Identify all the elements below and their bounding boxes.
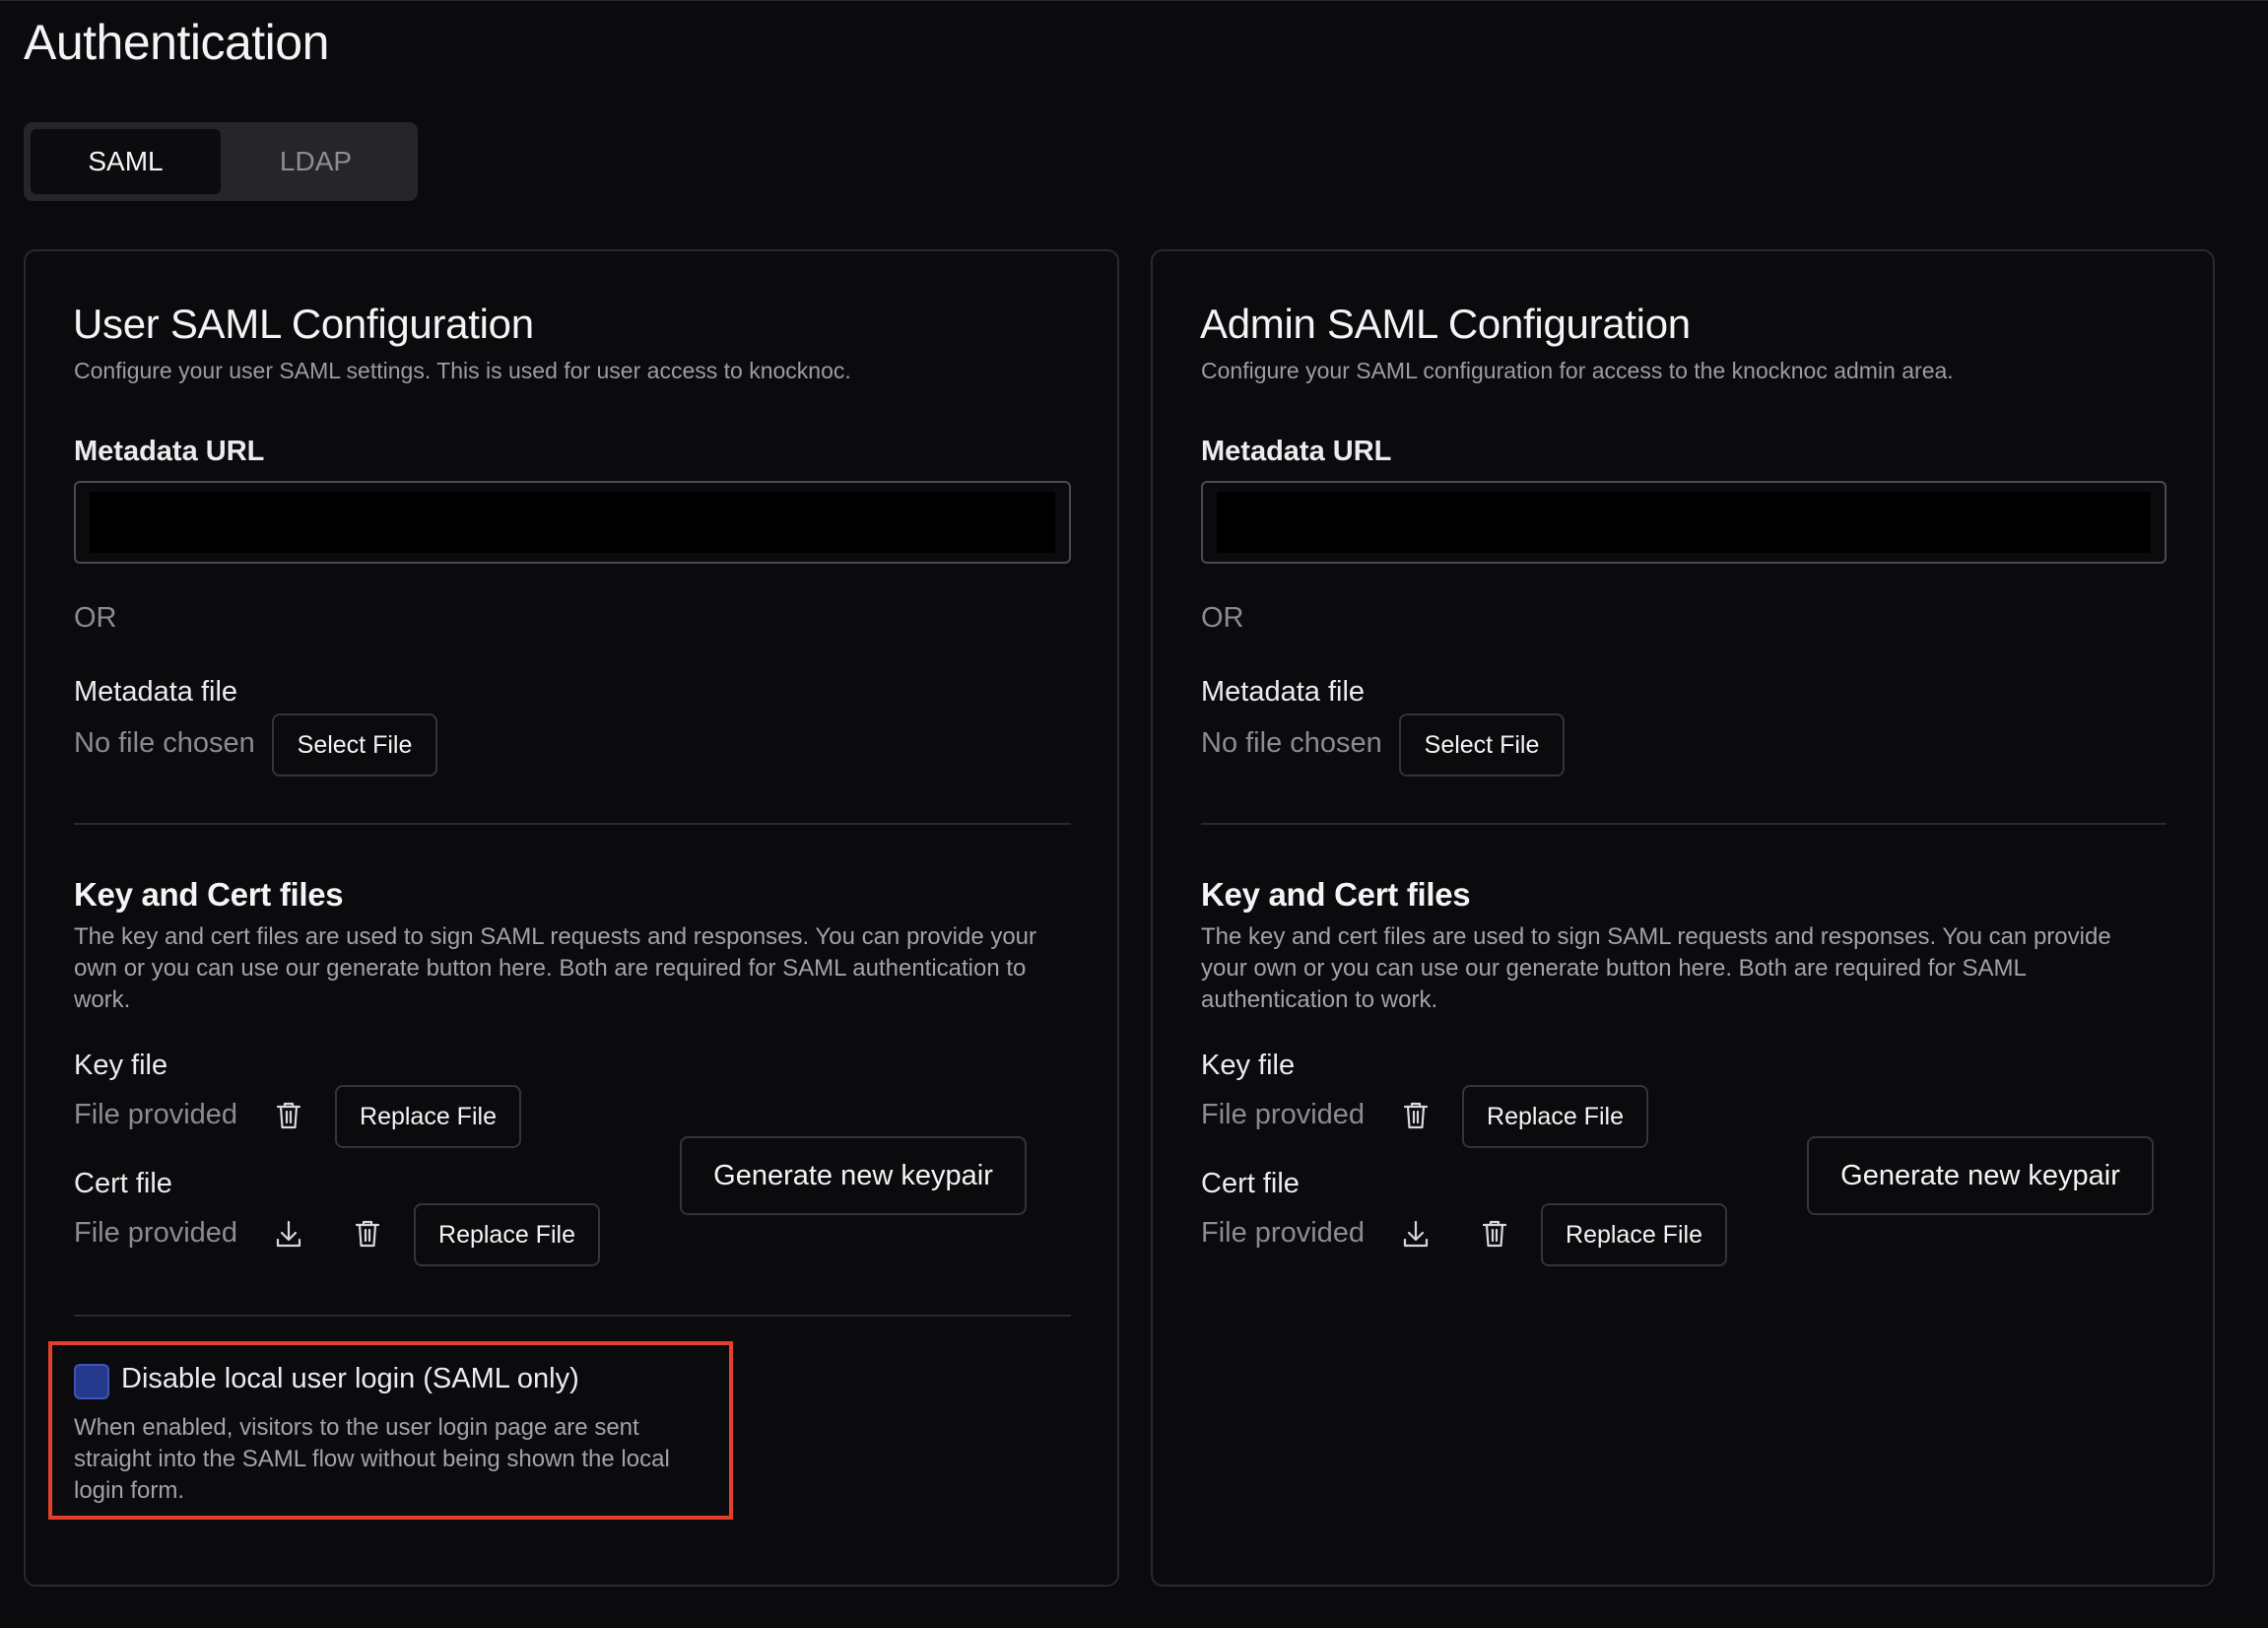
key-file-status: File provided <box>74 1099 238 1130</box>
cert-file-label: Cert file <box>74 1168 172 1199</box>
card-subtitle: Configure your SAML configuration for ac… <box>1201 358 1954 383</box>
trash-icon[interactable] <box>1401 1099 1431 1132</box>
key-file-status: File provided <box>1201 1099 1366 1130</box>
download-icon[interactable] <box>274 1217 303 1251</box>
replace-cert-file-button[interactable]: Replace File <box>414 1203 600 1266</box>
desc-line: authentication to work. <box>1201 986 1438 1013</box>
trash-icon[interactable] <box>353 1217 382 1251</box>
card-title: Admin SAML Configuration <box>1200 301 1691 347</box>
no-file-chosen: No file chosen <box>1201 727 1382 759</box>
replace-key-file-button[interactable]: Replace File <box>335 1085 521 1148</box>
admin-saml-card: Admin SAML Configuration Configure your … <box>1151 249 2215 1587</box>
or-separator: OR <box>74 602 117 634</box>
keycert-title: Key and Cert files <box>74 876 344 913</box>
metadata-file-label: Metadata file <box>1201 676 1366 708</box>
metadata-url-label: Metadata URL <box>74 436 265 467</box>
desc-line: The key and cert files are used to sign … <box>1201 923 2111 950</box>
select-file-button[interactable]: Select File <box>272 713 437 777</box>
redacted-value <box>1217 492 2151 553</box>
replace-cert-file-button[interactable]: Replace File <box>1541 1203 1727 1266</box>
desc-line: your own or you can use our generate but… <box>1201 955 2027 982</box>
trash-icon[interactable] <box>1480 1217 1509 1251</box>
redacted-value <box>90 492 1055 553</box>
keycert-description: The key and cert files are used to sign … <box>1201 921 2186 1016</box>
desc-line: The key and cert files are used to sign … <box>74 923 1037 950</box>
highlight-box <box>48 1341 733 1520</box>
no-file-chosen: No file chosen <box>74 727 255 759</box>
trash-icon[interactable] <box>274 1099 303 1132</box>
metadata-file-label: Metadata file <box>74 676 238 708</box>
key-file-label: Key file <box>1201 1050 1296 1081</box>
top-border <box>0 0 2268 1</box>
keycert-title: Key and Cert files <box>1201 876 1471 913</box>
auth-tabs: SAML LDAP <box>24 122 418 201</box>
download-icon[interactable] <box>1401 1217 1431 1251</box>
card-title: User SAML Configuration <box>73 301 534 347</box>
keycert-description: The key and cert files are used to sign … <box>74 921 1089 1016</box>
cert-file-label: Cert file <box>1201 1168 1300 1199</box>
card-subtitle: Configure your user SAML settings. This … <box>74 358 851 383</box>
divider <box>74 823 1071 825</box>
or-separator: OR <box>1201 602 1244 634</box>
key-file-label: Key file <box>74 1050 168 1081</box>
tab-saml[interactable]: SAML <box>31 129 221 194</box>
cert-file-status: File provided <box>1201 1217 1366 1249</box>
desc-line: work. <box>74 986 131 1013</box>
metadata-url-input[interactable] <box>74 481 1071 564</box>
cert-file-status: File provided <box>74 1217 238 1249</box>
metadata-url-input[interactable] <box>1201 481 2167 564</box>
replace-key-file-button[interactable]: Replace File <box>1462 1085 1648 1148</box>
metadata-url-label: Metadata URL <box>1201 436 1392 467</box>
divider <box>74 1315 1071 1317</box>
desc-line: own or you can use our generate button h… <box>74 955 1027 982</box>
select-file-button[interactable]: Select File <box>1399 713 1565 777</box>
generate-keypair-button[interactable]: Generate new keypair <box>680 1136 1027 1215</box>
page-title: Authentication <box>24 15 329 70</box>
tab-ldap[interactable]: LDAP <box>221 129 411 194</box>
generate-keypair-button[interactable]: Generate new keypair <box>1807 1136 2154 1215</box>
divider <box>1201 823 2167 825</box>
